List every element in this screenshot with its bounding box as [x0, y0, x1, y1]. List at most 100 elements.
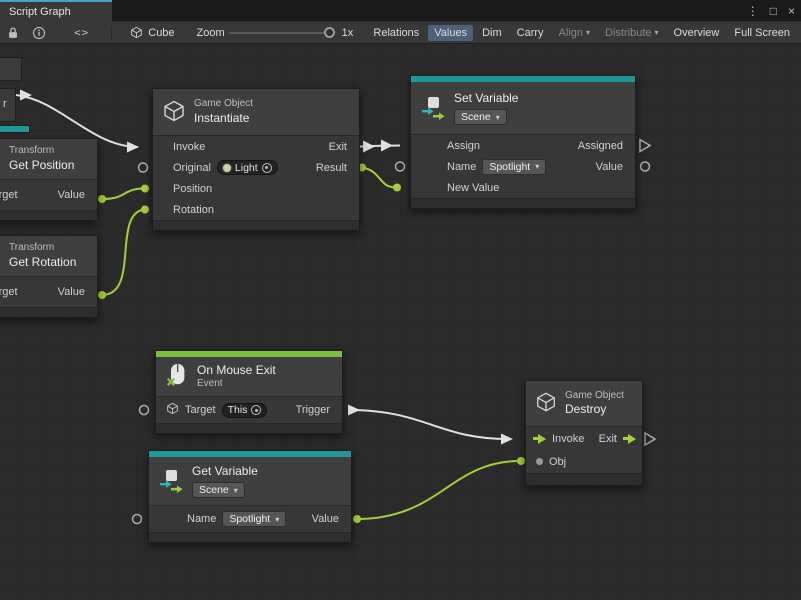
values-button[interactable]: Values	[428, 25, 473, 41]
exit-port-label: Exit	[599, 433, 617, 445]
align-button[interactable]: Align▾	[553, 25, 596, 41]
node-destroy[interactable]: Game Object Destroy Invoke Exit Obj	[525, 380, 643, 486]
value-port[interactable]	[98, 195, 106, 203]
wire-rotation-value[interactable]	[102, 210, 144, 296]
overview-button[interactable]: Overview	[668, 25, 726, 41]
node-footer	[0, 210, 97, 220]
port-row: Original Light Result	[153, 157, 359, 178]
node-header[interactable]: Game Object Destroy	[526, 381, 642, 427]
value-port[interactable]	[353, 515, 361, 523]
graph-toolbar: <> Cube Zoom 1x Relations Values Dim Car…	[0, 22, 801, 44]
node-title: Get Rotation	[9, 255, 89, 270]
obj-input-port[interactable]	[517, 457, 525, 465]
variable-scope-dropdown[interactable]: Scene ▾	[192, 482, 245, 498]
tab-script-graph[interactable]: Script Graph	[0, 0, 112, 22]
node-title: Instantiate	[194, 111, 253, 126]
node-get-position[interactable]: Transform Get Position Target Value	[0, 138, 98, 221]
node-header[interactable]: Get Variable Scene ▾	[149, 457, 351, 506]
exit-output-port[interactable]	[645, 433, 655, 445]
pane-menu-icon[interactable]: ⋮	[747, 4, 759, 18]
graph-target-label[interactable]: Cube	[148, 27, 174, 39]
cube-icon	[130, 24, 143, 42]
wire-position-value[interactable]	[102, 189, 144, 200]
rotation-input-port[interactable]	[141, 206, 149, 214]
distribute-button[interactable]: Distribute▾	[599, 25, 664, 41]
object-picker-icon[interactable]	[251, 405, 261, 415]
object-picker-icon[interactable]	[262, 163, 272, 173]
obj-port-icon[interactable]	[536, 458, 543, 465]
original-input-port[interactable]	[139, 163, 148, 172]
node-header[interactable]: Game Object Instantiate	[153, 89, 359, 136]
target-object-field[interactable]: This	[222, 403, 268, 418]
name-input-port[interactable]	[396, 162, 405, 171]
close-icon[interactable]: ×	[788, 4, 795, 18]
node-header[interactable]: On Mouse Exit Event	[156, 357, 342, 397]
node-header[interactable]: Transform Get Position	[0, 139, 97, 180]
info-icon[interactable]	[32, 24, 46, 42]
wire-result-to-new-value[interactable]	[361, 168, 396, 188]
node-header[interactable]: Set Variable Scene ▾	[411, 82, 635, 135]
full-screen-button[interactable]: Full Screen	[728, 25, 796, 41]
result-port-label: Result	[316, 162, 347, 174]
lock-icon[interactable]	[6, 24, 20, 42]
relations-button[interactable]: Relations	[367, 25, 425, 41]
graph-canvas[interactable]: r	[0, 44, 801, 600]
rotation-port-label: Rotation	[173, 204, 214, 216]
port-row: Assign Assigned	[411, 135, 635, 156]
zoom-slider[interactable]	[229, 32, 335, 34]
target-input-port[interactable]	[140, 406, 149, 415]
maximize-icon[interactable]: □	[770, 4, 777, 18]
variable-name-dropdown[interactable]: Spotlight ▾	[482, 159, 546, 175]
node-title: Get Position	[9, 158, 89, 173]
value-output-port[interactable]	[641, 162, 650, 171]
wire-layer	[0, 44, 801, 600]
wire-exit-to-assign[interactable]	[360, 146, 400, 147]
new-value-input-port[interactable]	[393, 184, 401, 192]
port-row: Rotation	[153, 199, 359, 220]
port-row: Invoke Exit	[526, 427, 642, 450]
target-port-label: Target	[0, 286, 18, 298]
carry-button[interactable]: Carry	[511, 25, 550, 41]
exit-flow-icon[interactable]	[623, 434, 636, 444]
variable-name-dropdown[interactable]: Spotlight ▾	[222, 511, 286, 527]
invoke-flow-icon[interactable]	[533, 434, 546, 444]
window-controls: ⋮ □ ×	[747, 0, 795, 22]
node-set-variable[interactable]: Set Variable Scene ▾ Assign Assigned Nam…	[410, 75, 636, 209]
assigned-port-label: Assigned	[578, 140, 623, 152]
original-port-label: Original	[173, 162, 211, 174]
name-input-port[interactable]	[133, 515, 142, 524]
wire-value-to-obj[interactable]	[357, 461, 520, 519]
node-title: Get Variable	[192, 464, 258, 479]
clipped-node-fragment[interactable]	[0, 57, 22, 81]
chevron-down-icon: ▾	[535, 162, 539, 171]
wire-trigger-to-invoke[interactable]	[349, 410, 508, 439]
node-on-mouse-exit[interactable]: On Mouse Exit Event Target This Trigger	[155, 350, 343, 434]
node-get-rotation[interactable]: Transform Get Rotation Target Value	[0, 235, 98, 318]
node-footer	[149, 532, 351, 542]
port-row: Target This Trigger	[156, 397, 342, 423]
flow-arrow-icon	[348, 405, 360, 416]
node-get-variable[interactable]: Get Variable Scene ▾ Name Spotlight ▾ Va…	[148, 450, 352, 543]
flow-arrow-icon	[20, 90, 32, 101]
variable-scope-dropdown[interactable]: Scene ▾	[454, 109, 507, 125]
assigned-output-port[interactable]	[640, 140, 650, 152]
original-object-field[interactable]: Light	[217, 160, 278, 175]
value-port-label: Value	[58, 286, 85, 298]
clipped-node-colorbar[interactable]	[0, 125, 30, 133]
port-row: Target Value	[0, 277, 97, 307]
port-row: New Value	[411, 177, 635, 198]
value-port[interactable]	[98, 291, 106, 299]
zoom-slider-thumb[interactable]	[324, 27, 335, 38]
node-header[interactable]: Transform Get Rotation	[0, 236, 97, 277]
tab-bar: Script Graph ⋮ □ ×	[0, 0, 801, 22]
code-icon[interactable]: <>	[74, 24, 89, 42]
port-row: Name Spotlight ▾ Value	[411, 156, 635, 177]
node-category: Transform	[9, 242, 89, 255]
node-title: Set Variable	[454, 91, 518, 106]
position-input-port[interactable]	[141, 185, 149, 193]
clipped-node-fragment[interactable]: r	[0, 88, 16, 122]
node-instantiate[interactable]: Game Object Instantiate Invoke Exit Orig…	[152, 88, 360, 231]
dim-button[interactable]: Dim	[476, 25, 508, 41]
get-variable-icon	[158, 467, 184, 496]
chevron-down-icon: ▾	[586, 28, 590, 37]
